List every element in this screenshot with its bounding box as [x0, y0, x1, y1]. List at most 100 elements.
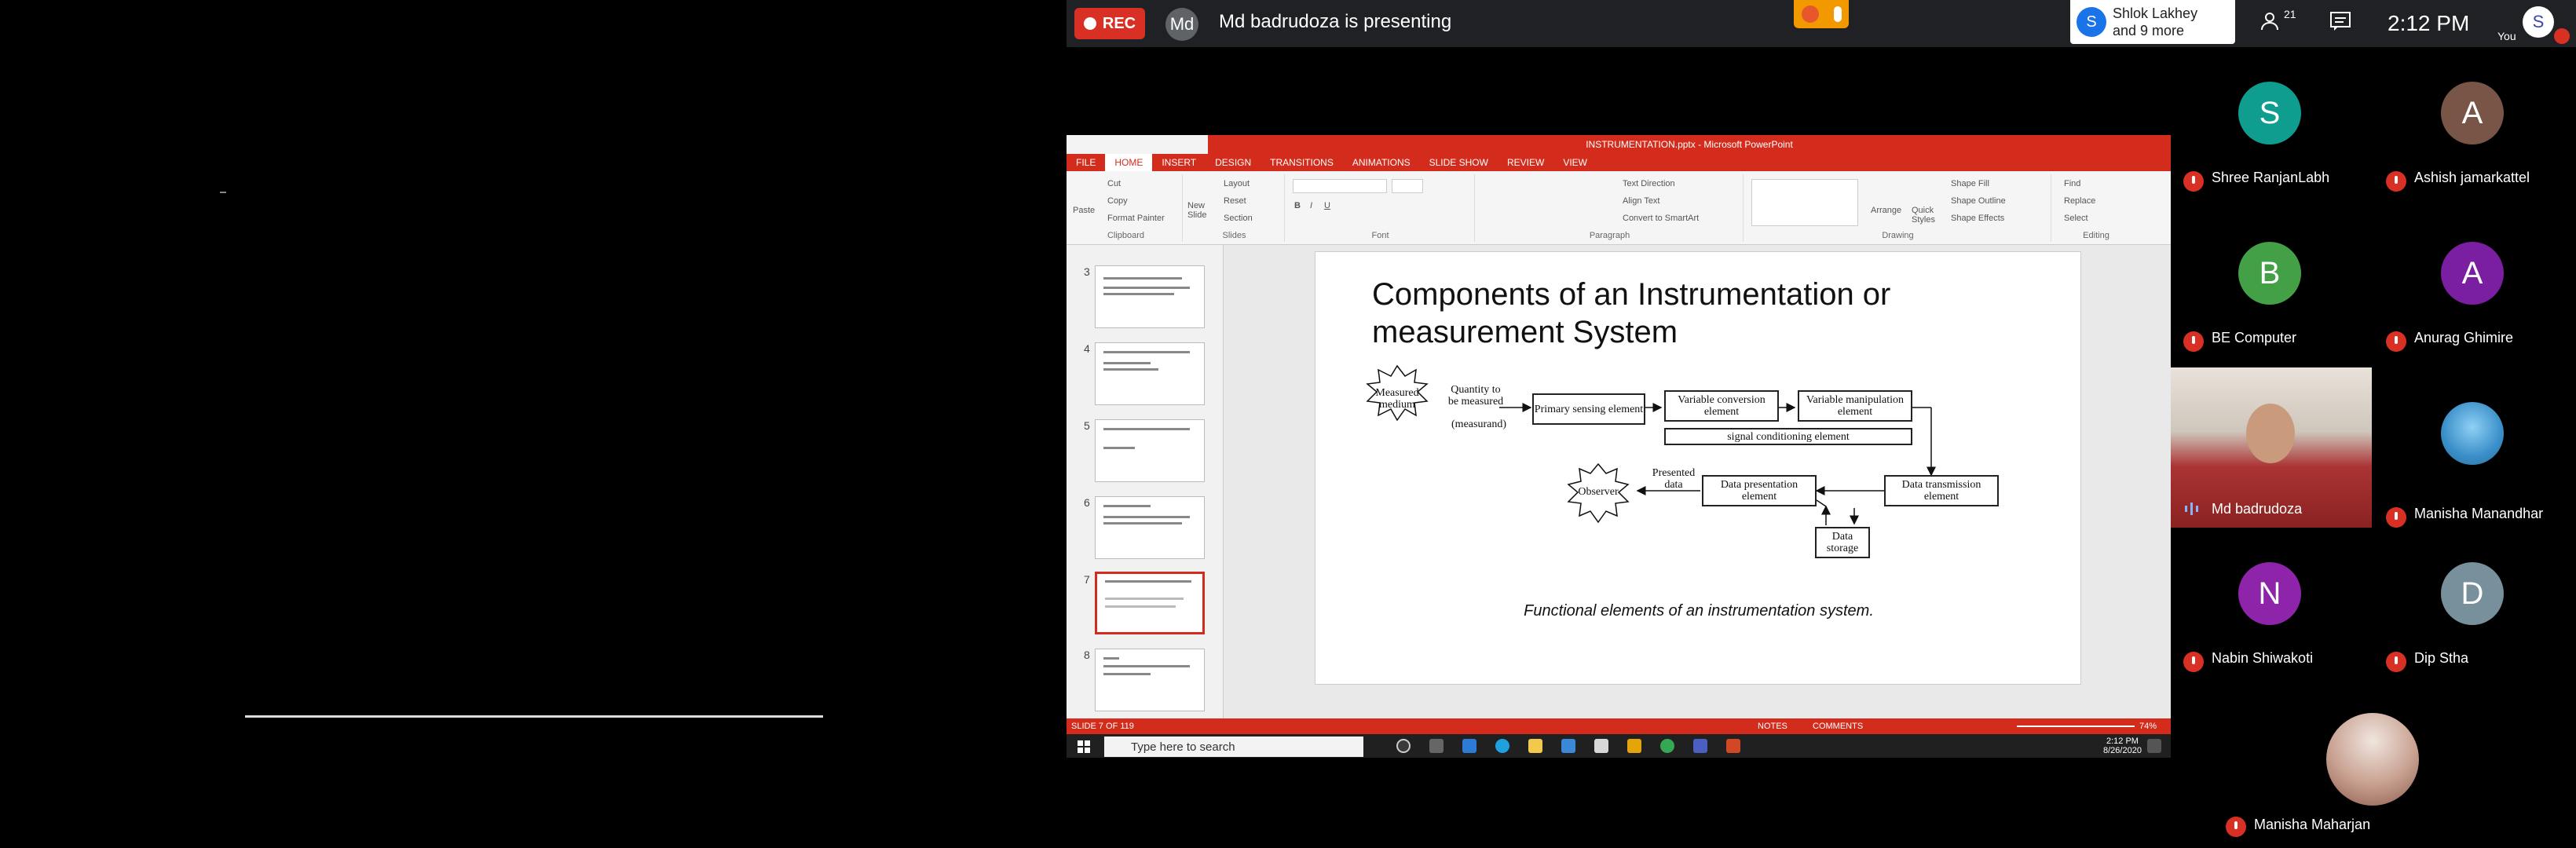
slide-thumbnail[interactable]	[1095, 342, 1205, 405]
tab-file[interactable]: FILE	[1067, 157, 1105, 168]
text-direction-button[interactable]: Text Direction	[1623, 179, 1675, 188]
mic-muted-icon	[2226, 817, 2246, 837]
underline-icon[interactable]: U	[1324, 201, 1330, 210]
thumb-number: 8	[1084, 649, 1090, 661]
notification-icon[interactable]	[2147, 739, 2161, 753]
cortana-icon[interactable]	[1396, 739, 1411, 753]
section-button[interactable]: Section	[1224, 214, 1253, 223]
ppt-workspace: 3 4 5 6 7 8 Components of an Instrumenta…	[1067, 245, 2171, 718]
store-icon[interactable]	[1594, 739, 1608, 753]
italic-icon[interactable]: I	[1310, 201, 1312, 210]
tab-animations[interactable]: ANIMATIONS	[1343, 157, 1420, 168]
participant-tile[interactable]: Manisha Manandhar	[2373, 371, 2574, 528]
align-text-button[interactable]: Align Text	[1623, 196, 1660, 206]
participant-name: Dip Stha	[2414, 650, 2469, 666]
new-slide-button[interactable]: New Slide	[1187, 201, 1214, 220]
task-view-icon[interactable]	[1429, 739, 1444, 753]
participant-name: Ashish jamarkattel	[2414, 170, 2530, 185]
presenter-status: Md badrudoza is presenting	[1219, 11, 1452, 32]
taskbar-date: 8/26/2020	[2103, 746, 2142, 755]
arrange-button[interactable]: Arrange	[1871, 206, 1901, 215]
participant-tile[interactable]: D Dip Stha	[2373, 531, 2574, 688]
mic-muted-icon	[2386, 331, 2406, 352]
app-icon[interactable]	[1462, 739, 1476, 753]
self-mic-muted-icon	[2554, 28, 2570, 44]
chat-button[interactable]	[2329, 11, 2353, 36]
participant-tile[interactable]: A Anurag Ghimire	[2373, 210, 2574, 367]
thumb-number: 4	[1084, 342, 1090, 355]
tab-transitions[interactable]: TRANSITIONS	[1261, 157, 1343, 168]
shapes-gallery[interactable]	[1751, 179, 1858, 226]
primary-sensing-box: Primary sensing element	[1532, 393, 1645, 425]
microphone-icon	[1833, 6, 1842, 22]
progress-line	[245, 715, 823, 718]
presenter-video-tile[interactable]: Md badrudoza	[2171, 367, 2372, 528]
tab-design[interactable]: DESIGN	[1206, 157, 1261, 168]
current-slide[interactable]: Components of an Instrumentation or meas…	[1315, 251, 2081, 685]
presented-data-label: Presented data	[1652, 467, 1696, 491]
replace-button[interactable]: Replace	[2064, 196, 2095, 206]
font-name-box[interactable]	[1293, 179, 1387, 193]
tab-slide-show[interactable]: SLIDE SHOW	[1420, 157, 1498, 168]
mail-icon[interactable]	[1561, 739, 1575, 753]
participant-tile[interactable]: Manisha Maharjan	[2215, 688, 2450, 848]
edge-icon[interactable]	[1495, 739, 1509, 753]
drawing-label: Drawing	[1882, 231, 1914, 240]
participant-avatar: A	[2441, 82, 2504, 144]
shape-outline-button[interactable]: Shape Outline	[1951, 196, 2006, 206]
paragraph-label: Paragraph	[1589, 231, 1630, 240]
app-icon[interactable]	[1693, 739, 1707, 753]
find-button[interactable]: Find	[2064, 179, 2080, 188]
windows-start-icon[interactable]	[1078, 740, 1090, 753]
notes-button[interactable]: NOTES	[1758, 722, 1787, 731]
chat-icon	[2330, 12, 2351, 31]
taskbar-search[interactable]: Type here to search	[1104, 737, 1363, 757]
chrome-icon[interactable]	[1660, 739, 1674, 753]
slide-thumbnail[interactable]	[1095, 649, 1205, 711]
bold-icon[interactable]: B	[1294, 201, 1301, 210]
paragraph-group: Text Direction Align Text Convert to Sma…	[1476, 174, 1744, 242]
self-avatar[interactable]: S	[2523, 6, 2554, 38]
participant-name: Nabin Shiwakoti	[2212, 650, 2314, 666]
variable-conversion-box: Variable conversion element	[1664, 390, 1779, 422]
thumb-number: 5	[1084, 419, 1090, 432]
cut-button[interactable]: Cut	[1107, 179, 1121, 188]
quick-styles-button[interactable]: Quick Styles	[1912, 206, 1938, 225]
people-button[interactable]: 21	[2260, 8, 2296, 38]
slide-thumbnail[interactable]	[1095, 496, 1205, 559]
shape-fill-button[interactable]: Shape Fill	[1951, 179, 1989, 188]
folder-icon[interactable]	[1627, 739, 1641, 753]
sharing-apps-pill[interactable]	[1794, 0, 1849, 28]
copy-button[interactable]: Copy	[1107, 196, 1128, 206]
participant-tile[interactable]: B BE Computer	[2171, 210, 2372, 367]
data-transmission-box: Data transmission element	[1884, 475, 1999, 506]
select-button[interactable]: Select	[2064, 214, 2088, 223]
participant-name: Manisha Maharjan	[2254, 817, 2371, 832]
tab-review[interactable]: REVIEW	[1498, 157, 1553, 168]
participant-tile[interactable]: A Ashish jamarkattel	[2373, 50, 2574, 207]
paste-button[interactable]: Paste	[1073, 206, 1095, 215]
reset-button[interactable]: Reset	[1224, 196, 1246, 206]
convert-smartart-button[interactable]: Convert to SmartArt	[1623, 214, 1699, 223]
format-painter-button[interactable]: Format Painter	[1107, 214, 1165, 223]
shape-effects-button[interactable]: Shape Effects	[1951, 214, 2004, 223]
font-label: Font	[1371, 231, 1389, 240]
slide-thumbnail[interactable]	[1095, 419, 1205, 482]
font-size-box[interactable]	[1392, 179, 1423, 193]
slide-thumbnail[interactable]	[1095, 265, 1205, 328]
comments-button[interactable]: COMMENTS	[1813, 722, 1863, 731]
participant-tile[interactable]: S Shree RanjanLabh	[2171, 50, 2372, 207]
slide-thumbnail-selected[interactable]	[1095, 572, 1205, 634]
participant-chip-text: Shlok Lakhey and 9 more	[2113, 5, 2197, 39]
powerpoint-icon[interactable]	[1726, 739, 1740, 753]
slide-caption: Functional elements of an instrumentatio…	[1524, 602, 1874, 620]
slides-group: New Slide Layout Reset Section Slides	[1184, 174, 1285, 242]
participant-tile[interactable]: N Nabin Shiwakoti	[2171, 531, 2372, 688]
tab-insert[interactable]: INSERT	[1152, 157, 1206, 168]
tab-view[interactable]: VIEW	[1553, 157, 1597, 168]
tab-home[interactable]: HOME	[1105, 154, 1153, 171]
participant-chip-line2: and 9 more	[2113, 23, 2185, 38]
zoom-slider[interactable]	[2017, 726, 2135, 727]
file-explorer-icon[interactable]	[1528, 739, 1542, 753]
layout-button[interactable]: Layout	[1224, 179, 1250, 188]
